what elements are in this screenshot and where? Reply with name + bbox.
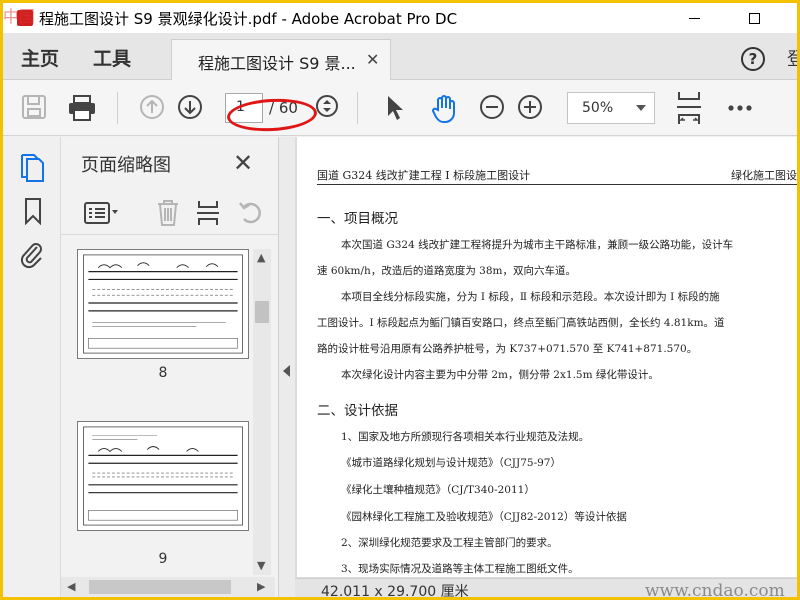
rotate-page-icon[interactable] xyxy=(237,199,265,227)
list-item: 《园林绿化工程施工及验收规范》（CJJ82-2012）等设计依据 xyxy=(341,511,627,523)
document-view[interactable]: 国道 G324 线改扩建工程 Ⅰ 标段施工图设计 绿化施工图设 一、项目概况 本… xyxy=(295,137,797,600)
bookmark-icon[interactable] xyxy=(23,197,43,225)
close-panel-icon[interactable]: ✕ xyxy=(233,149,253,177)
minimize-icon xyxy=(688,17,700,19)
document-page: 国道 G324 线改扩建工程 Ⅰ 标段施工图设计 绿化施工图设 一、项目概况 本… xyxy=(297,137,797,577)
page-thumbnail[interactable] xyxy=(77,421,249,531)
paragraph-line: 工图设计。Ⅰ 标段起点为鲘门镇百安路口，终点至鲘门高铁站西侧，全长约 4.81k… xyxy=(317,317,725,329)
panel-collapse-strip[interactable] xyxy=(279,137,295,597)
title-bar: 程施工图设计 S9 景观绿化设计.pdf - Adobe Acrobat Pro… xyxy=(3,3,797,33)
left-rail xyxy=(3,137,61,597)
toolbar-separator xyxy=(357,92,358,124)
next-page-icon[interactable] xyxy=(177,94,203,120)
watermark: www.cndao.com xyxy=(645,581,785,600)
paragraph-line: 本次国道 G324 线改扩建工程将提升为城市主干路标准，兼顾一级公路功能，设计车 xyxy=(341,239,734,251)
fit-page-icon[interactable] xyxy=(675,90,703,126)
document-tab[interactable]: 程施工图设计 S9 景... ✕ xyxy=(171,39,391,81)
scrollbar-thumb[interactable] xyxy=(255,301,269,323)
site-logo: 中国 xyxy=(3,7,36,26)
scroll-up-icon[interactable]: ▲ xyxy=(257,251,265,264)
attachment-icon[interactable] xyxy=(19,239,45,269)
thumbnail-page-label: 9 xyxy=(158,551,168,567)
scrollbar-thumb[interactable] xyxy=(89,580,231,594)
help-icon[interactable]: ? xyxy=(741,47,765,71)
tab-home[interactable]: 主页 xyxy=(21,44,59,71)
hand-tool-icon[interactable] xyxy=(429,94,459,124)
zoom-value: 50% xyxy=(582,100,614,116)
maximize-button[interactable] xyxy=(731,3,777,33)
list-item: 《绿化土壤种植规范》（CJ/T340-2011） xyxy=(341,484,535,496)
document-tab-label: 程施工图设计 S9 景... xyxy=(198,54,356,73)
list-item: 2、深圳绿化规范要求及工程主管部门的要求。 xyxy=(341,537,558,549)
app-window: 程施工图设计 S9 景观绿化设计.pdf - Adobe Acrobat Pro… xyxy=(0,0,800,600)
thumbnail-page-label: 8 xyxy=(158,365,168,381)
more-options-icon[interactable] xyxy=(727,104,753,112)
page-thumbnail[interactable] xyxy=(77,249,249,359)
select-pointer-icon[interactable] xyxy=(385,94,405,122)
section-heading: 二、设计依据 xyxy=(317,403,398,419)
save-icon[interactable] xyxy=(21,94,47,120)
thumbnails-panel: 页面缩略图 ✕ 8 9 ▲ ▼ ◀ ▶ xyxy=(61,137,279,597)
tab-tools[interactable]: 工具 xyxy=(93,44,131,71)
panel-title: 页面缩略图 xyxy=(81,155,171,176)
toolbar-separator xyxy=(117,92,118,124)
section-heading: 一、项目概况 xyxy=(317,211,398,227)
insert-page-icon[interactable] xyxy=(195,199,221,227)
list-item: 《城市道路绿化规划与设计规范》（CJJ75-97） xyxy=(341,457,561,469)
page-size-readout: 42.011 x 29.700 厘米 xyxy=(321,584,469,600)
page-stepper-icon[interactable] xyxy=(315,94,339,118)
zoom-in-icon[interactable] xyxy=(517,94,543,120)
page-thumbnails-icon[interactable] xyxy=(19,153,45,183)
sign-in-link[interactable]: 登 xyxy=(787,45,797,71)
page-header-right: 绿化施工图设 xyxy=(731,169,797,182)
zoom-out-icon[interactable] xyxy=(479,94,505,120)
paragraph-line: 本次绿化设计内容主要为中分带 2m，侧分带 2x1.5m 绿化带设计。 xyxy=(341,369,659,381)
previous-page-icon[interactable] xyxy=(139,94,165,120)
print-icon[interactable] xyxy=(67,94,97,122)
window-title: 程施工图设计 S9 景观绿化设计.pdf - Adobe Acrobat Pro… xyxy=(39,9,458,28)
thumbnail-scrollbar[interactable]: ▲ ▼ xyxy=(253,249,271,575)
panel-toolbar xyxy=(61,191,279,235)
close-tab-icon[interactable]: ✕ xyxy=(366,50,379,69)
scroll-right-icon[interactable]: ▶ xyxy=(257,580,265,593)
minimize-button[interactable] xyxy=(671,3,717,33)
list-item: 3、现场实际情况及道路等主体工程施工图纸文件。 xyxy=(341,563,579,575)
paragraph-line: 本项目全线分标段实施，分为 Ⅰ 标段，Ⅱ 标段和示范段。本次设计即为 Ⅰ 标段的… xyxy=(341,291,720,303)
paragraph-line: 速 60km/h，改造后的道路宽度为 38m，双向六车道。 xyxy=(317,265,576,277)
delete-page-icon[interactable] xyxy=(155,199,181,227)
header-rule xyxy=(317,184,797,185)
list-item: 1、国家及地方所颁现行各项相关本行业规范及法规。 xyxy=(341,431,590,443)
status-bar: 42.011 x 29.700 厘米 www.cndao.com xyxy=(295,578,797,600)
paragraph-line: 路的设计桩号沿用原有公路养护桩号，为 K737+071.570 至 K741+8… xyxy=(317,343,698,355)
page-header-left: 国道 G324 线改扩建工程 Ⅰ 标段施工图设计 xyxy=(317,169,531,182)
tab-bar: 主页 工具 程施工图设计 S9 景... ✕ ? 登 xyxy=(3,33,797,81)
scroll-down-icon[interactable]: ▼ xyxy=(257,559,265,572)
thumbnail-options-icon[interactable] xyxy=(83,201,121,225)
chevron-down-icon xyxy=(636,105,646,111)
toolbar: 1 / 60 50% xyxy=(3,80,797,136)
scroll-left-icon[interactable]: ◀ xyxy=(67,580,75,593)
maximize-icon xyxy=(748,12,760,24)
zoom-select[interactable]: 50% xyxy=(567,92,655,124)
collapse-left-icon[interactable] xyxy=(283,365,290,377)
thumbnail-horizontal-scrollbar[interactable]: ◀ ▶ xyxy=(61,577,275,597)
